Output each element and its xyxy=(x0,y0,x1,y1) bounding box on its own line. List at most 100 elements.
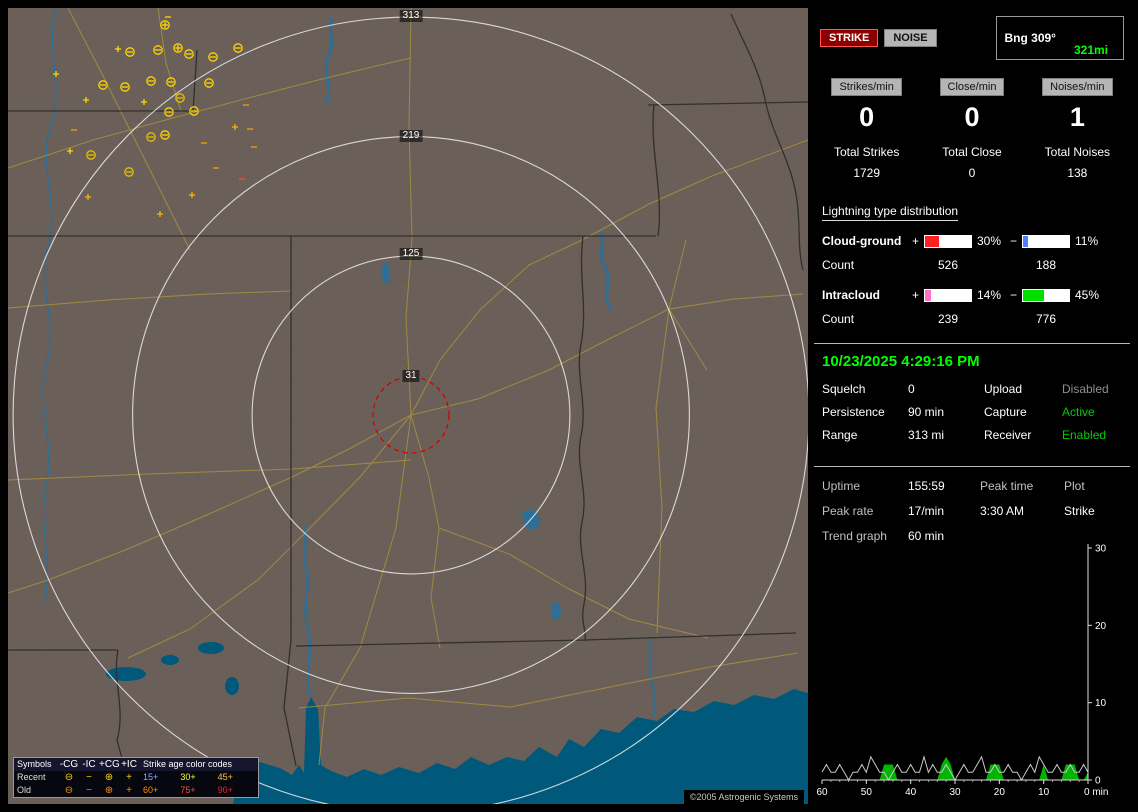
receiver-label: Receiver xyxy=(984,428,1062,442)
strike-symbol xyxy=(161,21,169,29)
cloud-ground-count-row: Count 526 188 xyxy=(822,253,1122,277)
age-15: 15+ xyxy=(143,771,180,784)
strike-series xyxy=(822,757,1088,780)
upload-value: Disabled xyxy=(1062,382,1122,396)
legend-col-ic-plus: +IC xyxy=(119,758,139,771)
svg-text:20: 20 xyxy=(994,787,1006,798)
svg-text:0 min: 0 min xyxy=(1084,787,1108,798)
legend-age-header: Strike age color codes xyxy=(139,758,255,771)
age-45: 45+ xyxy=(218,771,255,784)
age-60: 60+ xyxy=(143,784,180,797)
distribution-section: Lightning type distribution Cloud-ground… xyxy=(814,204,1130,331)
noises-per-min-value: 1 xyxy=(1025,102,1130,133)
plot-value: Strike xyxy=(1064,504,1122,518)
close-per-min-value: 0 xyxy=(919,102,1024,133)
strikes-per-min-button[interactable]: Strikes/min xyxy=(831,78,901,96)
range-value: 313 mi xyxy=(908,428,984,442)
ring-label-313: 313 xyxy=(400,10,423,22)
bearing-box: Bng 309° 321mi xyxy=(996,16,1124,60)
svg-text:50: 50 xyxy=(861,787,873,798)
control-panel: STRIKE NOISE Bng 309° 321mi Strikes/min … xyxy=(814,8,1130,804)
legend-col-cg-minus: -CG xyxy=(59,758,79,771)
strike-legend: Symbols -CG -IC +CG +IC Strike age color… xyxy=(13,757,259,798)
peak-rate-value: 17/min xyxy=(908,504,980,518)
ring-label-219: 219 xyxy=(400,130,423,142)
noises-per-min-button[interactable]: Noises/min xyxy=(1042,78,1112,96)
intracloud-label: Intracloud xyxy=(822,288,912,302)
age-30: 30+ xyxy=(180,771,217,784)
distribution-title: Lightning type distribution xyxy=(822,204,958,221)
strike-symbol xyxy=(174,44,182,52)
total-strikes-value: 1729 xyxy=(814,166,919,180)
ic-plus-pct: 14% xyxy=(972,288,1010,302)
ic-minus-count: 776 xyxy=(1022,312,1070,326)
legend-col-cg-plus: +CG xyxy=(99,758,119,771)
svg-text:60: 60 xyxy=(816,787,828,798)
intracloud-count-row: Count 239 776 xyxy=(822,307,1122,331)
ring-label-125: 125 xyxy=(400,248,423,260)
cloud-ground-row: Cloud-ground + 30% − 11% xyxy=(822,229,1122,253)
rates-section: Strikes/min 0 Total Strikes 1729 Close/m… xyxy=(814,78,1130,180)
svg-text:30: 30 xyxy=(1095,544,1107,555)
count-label: Count xyxy=(822,258,912,272)
peak-time-label: Peak time xyxy=(980,479,1064,493)
cg-plus-icon: ⊕ xyxy=(99,771,119,784)
plus-sign: + xyxy=(912,288,924,302)
distance-value: 321mi xyxy=(1066,43,1116,57)
range-label: Range xyxy=(822,428,908,442)
svg-text:10: 10 xyxy=(1095,698,1107,709)
cg-plus-count: 526 xyxy=(924,258,972,272)
count-label: Count xyxy=(822,312,912,326)
cg-plus-bar xyxy=(924,235,972,248)
close-per-min-button[interactable]: Close/min xyxy=(940,78,1005,96)
copyright: ©2005 Astrogenic Systems xyxy=(684,790,804,804)
map[interactable]: 313 219 125 31 Symbols -CG -IC +CG +IC S… xyxy=(8,8,808,804)
uptime-value: 155:59 xyxy=(908,479,980,493)
upload-label: Upload xyxy=(984,382,1062,396)
trend-window-value: 60 min xyxy=(908,529,980,543)
strikes-per-min-value: 0 xyxy=(814,102,919,133)
app-window: 313 219 125 31 Symbols -CG -IC +CG +IC S… xyxy=(0,0,1138,812)
receiver-value: Enabled xyxy=(1062,428,1122,442)
age-75: 75+ xyxy=(180,784,217,797)
strikes-column: Strikes/min 0 Total Strikes 1729 xyxy=(814,78,919,180)
legend-col-ic-minus: -IC xyxy=(79,758,99,771)
peak-time-value: 3:30 AM xyxy=(980,504,1064,518)
ic-minus-icon: − xyxy=(79,784,99,797)
cg-minus-icon: ⊖ xyxy=(59,784,79,797)
ic-plus-icon: + xyxy=(119,771,139,784)
svg-text:30: 30 xyxy=(949,787,961,798)
strike-button[interactable]: STRIKE xyxy=(820,29,878,47)
cg-minus-pct: 11% xyxy=(1070,234,1108,248)
age-90: 90+ xyxy=(218,784,255,797)
cg-minus-bar xyxy=(1022,235,1070,248)
status-section: Squelch 0 Upload Disabled Persistence 90… xyxy=(814,380,1130,454)
cg-minus-count: 188 xyxy=(1022,258,1070,272)
total-noises-label: Total Noises xyxy=(1025,145,1130,159)
datetime: 10/23/2025 4:29:16 PM xyxy=(814,344,1130,380)
uptime-label: Uptime xyxy=(822,479,908,493)
noise-button[interactable]: NOISE xyxy=(884,29,936,47)
ic-minus-bar xyxy=(1022,289,1070,302)
svg-text:10: 10 xyxy=(1038,787,1050,798)
total-close-label: Total Close xyxy=(919,145,1024,159)
ring-label-31: 31 xyxy=(402,370,419,382)
close-column: Close/min 0 Total Close 0 xyxy=(919,78,1024,180)
cg-minus-icon: ⊖ xyxy=(59,771,79,784)
stats-section: Uptime 155:59 Peak time Plot Peak rate 1… xyxy=(814,467,1130,545)
svg-text:0: 0 xyxy=(1095,776,1101,787)
county-lines xyxy=(8,8,808,804)
bearing-value: Bng 309° xyxy=(1004,31,1055,45)
legend-symbols-header: Symbols xyxy=(17,758,59,771)
noise-series xyxy=(822,757,1088,780)
map-svg[interactable] xyxy=(8,8,808,804)
trend-graph: 30201006050403020100 min xyxy=(816,542,1128,800)
legend-recent-label: Recent xyxy=(17,771,59,784)
cg-plus-icon: ⊕ xyxy=(99,784,119,797)
total-close-value: 0 xyxy=(919,166,1024,180)
ic-plus-bar xyxy=(924,289,972,302)
capture-label: Capture xyxy=(984,405,1062,419)
plus-sign: + xyxy=(912,234,924,248)
plot-label: Plot xyxy=(1064,479,1122,493)
cloud-ground-label: Cloud-ground xyxy=(822,234,912,248)
